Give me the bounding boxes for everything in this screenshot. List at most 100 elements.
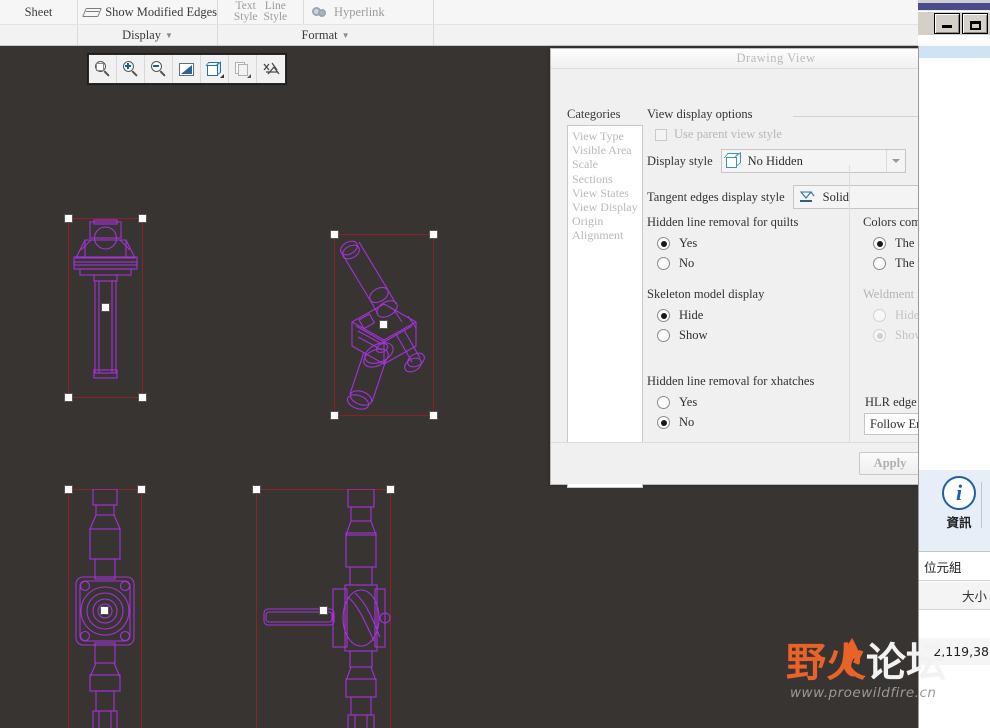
resize-handle-top-right[interactable] bbox=[138, 214, 147, 223]
table-row[interactable] bbox=[919, 611, 990, 638]
category-item-origin[interactable]: Origin bbox=[572, 214, 642, 228]
table-row[interactable]: 2,119,38 bbox=[919, 638, 990, 665]
move-handle-center[interactable] bbox=[100, 606, 109, 615]
drawing-view-isometric[interactable] bbox=[330, 230, 438, 420]
move-handle-center[interactable] bbox=[379, 320, 388, 329]
hidden-line-quilts-group: Hidden line removal for quilts Yes No bbox=[647, 215, 798, 271]
move-handle-center[interactable] bbox=[318, 606, 328, 615]
table-column-header[interactable]: 大小 bbox=[919, 582, 990, 610]
display-style-label: Display style bbox=[647, 153, 713, 168]
display-style-combo[interactable]: No Hidden bbox=[720, 149, 906, 173]
format-menu-button[interactable]: Format ▼ bbox=[218, 25, 434, 45]
zoom-out-icon[interactable] bbox=[145, 55, 173, 83]
display-menu-label: Display bbox=[122, 27, 161, 42]
hidden-line-xhatches-option-yes[interactable]: Yes bbox=[657, 395, 814, 410]
hidden-line-xhatches-option-no[interactable]: No bbox=[657, 415, 814, 430]
category-item-view-type[interactable]: View Type bbox=[572, 129, 642, 143]
apply-button[interactable]: Apply bbox=[859, 452, 921, 475]
window-titlebar-edge bbox=[918, 0, 990, 3]
resize-handle-bottom-left[interactable] bbox=[330, 411, 339, 420]
display-style-value: No Hidden bbox=[747, 153, 803, 168]
hidden-line-quilts-option-yes[interactable]: Yes bbox=[657, 236, 798, 251]
radio-button-icon bbox=[873, 237, 886, 250]
skeleton-model-option-show[interactable]: Show bbox=[657, 328, 764, 343]
background-window-frame bbox=[918, 0, 990, 46]
hidden-line-quilts-option-no[interactable]: No bbox=[657, 256, 798, 271]
hidden-line-xhatches-label: Hidden line removal for xhatches bbox=[647, 374, 815, 388]
chevron-down-icon: ▼ bbox=[341, 30, 350, 40]
skeleton-model-option-hide[interactable]: Hide bbox=[657, 308, 764, 323]
window-controls bbox=[918, 11, 990, 35]
text-style-button[interactable]: Text Style bbox=[234, 0, 258, 23]
resize-handle-top-right[interactable] bbox=[429, 230, 438, 239]
format-menu-label: Format bbox=[301, 27, 338, 42]
category-item-sections[interactable]: Sections bbox=[572, 172, 642, 186]
category-item-alignment[interactable]: Alignment bbox=[572, 228, 642, 242]
size-column-label: 大小 bbox=[961, 589, 987, 604]
display-style-row: Display style No Hidden bbox=[647, 149, 906, 173]
info-button[interactable]: i 資訊 bbox=[927, 476, 990, 531]
ribbon-group-empty bbox=[434, 0, 918, 24]
show-modified-edges-button[interactable]: Show Modified Edges bbox=[78, 0, 218, 24]
ribbon-group-styles: Text Style Line Style bbox=[218, 0, 304, 24]
chevron-down-icon[interactable] bbox=[885, 150, 905, 172]
maximize-button[interactable] bbox=[962, 13, 988, 34]
column-divider bbox=[849, 165, 850, 465]
drawing-view-front[interactable] bbox=[64, 214, 147, 402]
table-row[interactable] bbox=[919, 665, 990, 692]
bytes-field[interactable]: 位元組 bbox=[919, 553, 990, 581]
ribbon-row-top: Sheet Show Modified Edges Text Style Lin… bbox=[0, 0, 918, 24]
tangent-edges-combo[interactable]: Solid bbox=[792, 185, 938, 209]
resize-handle-top-left[interactable] bbox=[330, 230, 339, 239]
minimize-button[interactable] bbox=[934, 13, 960, 34]
cube-no-hidden-icon bbox=[724, 152, 743, 169]
drawing-view-top[interactable] bbox=[64, 485, 146, 728]
hidden-line-xhatches-group: Hidden line removal for xhatches Yes No bbox=[647, 374, 814, 430]
resize-handle-top-right[interactable] bbox=[386, 485, 395, 494]
hidden-line-xhatches-yes-label: Yes bbox=[679, 395, 698, 409]
skeleton-model-group: Skeleton model display Hide Show bbox=[647, 287, 764, 343]
use-parent-view-style-checkbox[interactable]: Use parent view style bbox=[655, 127, 782, 142]
radio-button-icon bbox=[657, 396, 670, 409]
resize-handle-bottom-right[interactable] bbox=[138, 393, 147, 402]
display-style-cube-icon[interactable] bbox=[201, 55, 229, 83]
skeleton-model-hide-label: Hide bbox=[679, 308, 704, 322]
hidden-line-quilts-yes-label: Yes bbox=[679, 236, 698, 250]
layers-icon[interactable] bbox=[229, 55, 257, 83]
hyperlink-button[interactable]: Hyperlink bbox=[304, 0, 434, 24]
sheet-label: Sheet bbox=[24, 4, 53, 19]
refit-zoom-icon[interactable] bbox=[89, 55, 117, 83]
category-item-visible-area[interactable]: Visible Area bbox=[572, 143, 642, 157]
line-style-button[interactable]: Line Style bbox=[264, 0, 288, 23]
categories-label: Categories bbox=[567, 107, 621, 121]
zoom-in-icon[interactable] bbox=[117, 55, 145, 83]
window-client-edge bbox=[918, 35, 990, 46]
ribbon-tab-rest bbox=[434, 25, 918, 45]
size-cell-value: 2,119,38 bbox=[933, 644, 989, 659]
ribbon-group-sheet: Sheet bbox=[0, 0, 78, 24]
checkbox-box-icon bbox=[655, 128, 667, 141]
category-item-view-states[interactable]: View States bbox=[572, 186, 642, 200]
category-item-scale[interactable]: Scale bbox=[572, 157, 642, 171]
move-handle-center[interactable] bbox=[100, 303, 110, 312]
background-app-panel: i 資訊 位元組 大小 2,119,38 bbox=[918, 46, 990, 728]
datum-glyph bbox=[263, 62, 280, 75]
bytes-field-value: 位元組 bbox=[924, 560, 962, 575]
resize-handle-bottom-left[interactable] bbox=[64, 393, 73, 402]
resize-handle-top-left[interactable] bbox=[64, 485, 73, 494]
resize-handle-top-right[interactable] bbox=[137, 485, 146, 494]
chevron-down-icon: ▼ bbox=[164, 30, 173, 40]
categories-list[interactable]: View Type Visible Area Scale Sections Vi… bbox=[567, 125, 643, 488]
datum-display-icon[interactable] bbox=[257, 55, 285, 83]
drawing-view-right[interactable] bbox=[252, 485, 395, 728]
resize-handle-top-left[interactable] bbox=[252, 485, 261, 494]
view-toolbar[interactable] bbox=[88, 54, 286, 84]
resize-handle-bottom-right[interactable] bbox=[429, 411, 438, 420]
display-menu-button[interactable]: Display ▼ bbox=[78, 25, 218, 45]
category-item-view-display[interactable]: View Display bbox=[572, 200, 642, 214]
modified-edges-icon bbox=[82, 6, 102, 19]
hidden-line-xhatches-no-label: No bbox=[679, 415, 695, 429]
repaint-icon[interactable] bbox=[173, 55, 201, 83]
resize-handle-top-left[interactable] bbox=[64, 214, 73, 223]
hidden-line-quilts-label: Hidden line removal for quilts bbox=[647, 215, 799, 229]
